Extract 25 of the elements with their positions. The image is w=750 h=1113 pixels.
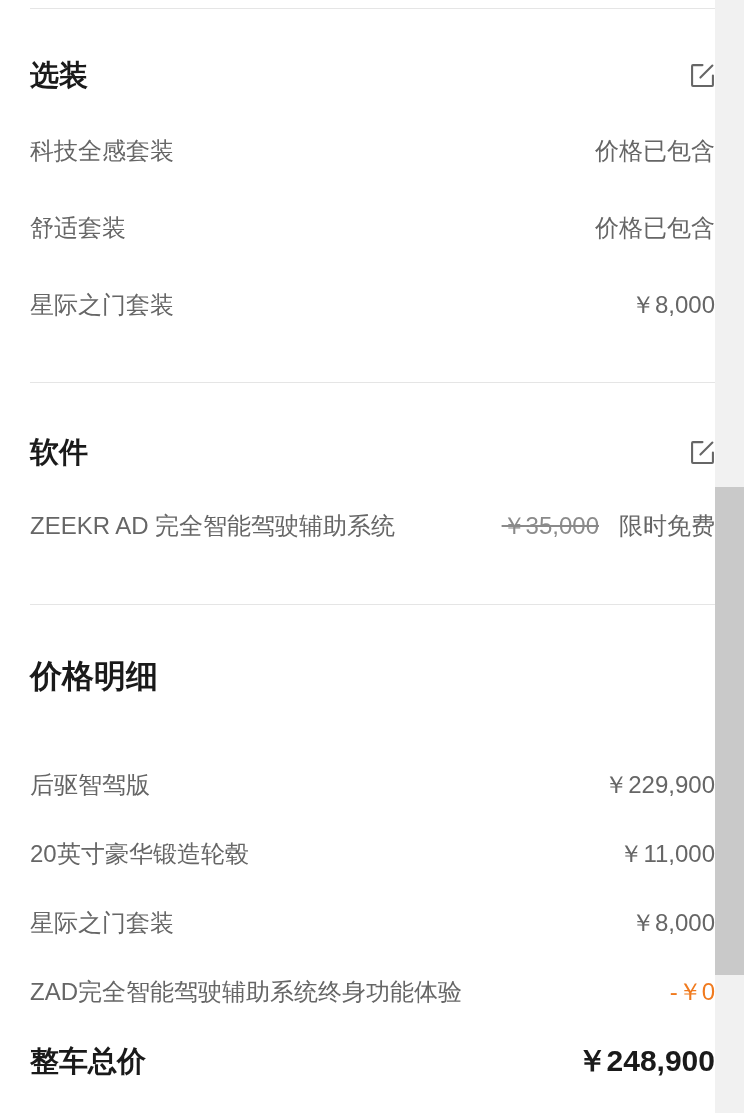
option-name: 舒适套装	[30, 213, 126, 242]
price-item-name: ZAD完全智能驾驶辅助系统终身功能体验	[30, 977, 462, 1006]
total-label: 整车总价	[30, 1044, 146, 1077]
scrollbar-thumb[interactable]	[715, 487, 744, 975]
option-price: ￥8,000	[630, 290, 715, 319]
option-name: 科技全感套装	[30, 136, 174, 165]
total-price: ￥248,900	[576, 1044, 715, 1077]
price-item-name: 20英寸豪华锻造轮毂	[30, 839, 249, 868]
price-amount: ￥229,900	[604, 770, 715, 799]
price-item-name: 星际之门套装	[30, 908, 174, 937]
discount-amount: -￥0	[669, 977, 715, 1006]
price-amount: ￥11,000	[619, 839, 715, 868]
original-price: ￥35,000	[501, 511, 599, 540]
edit-icon[interactable]	[690, 63, 715, 88]
section-title: 价格明细	[30, 661, 158, 692]
option-name: 星际之门套装	[30, 290, 174, 319]
price-amount: ￥8,000	[630, 908, 715, 937]
option-price: 价格已包含	[595, 136, 715, 165]
option-price: 限时免费	[619, 511, 715, 540]
section-title: 软件	[30, 439, 88, 465]
section-title: 选装	[30, 62, 88, 88]
price-item-name: 后驱智驾版	[30, 770, 150, 799]
edit-icon[interactable]	[690, 440, 715, 465]
option-name: ZEEKR AD 完全智能驾驶辅助系统	[30, 511, 396, 540]
option-price: 价格已包含	[595, 213, 715, 242]
